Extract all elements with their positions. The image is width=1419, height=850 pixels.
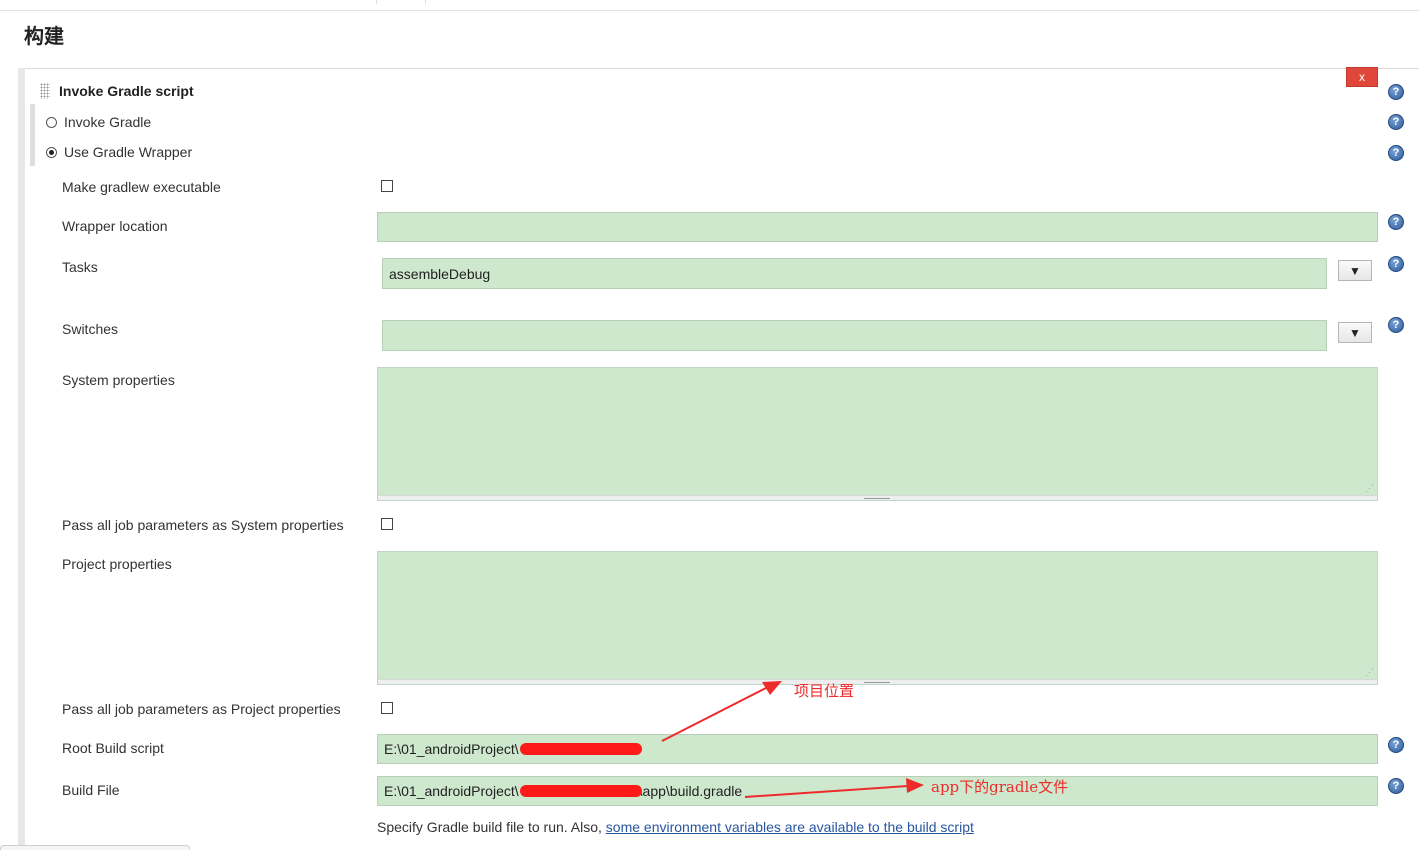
bottom-tab[interactable] xyxy=(0,845,190,850)
annotation-app-gradle: app下的gradle文件 xyxy=(931,778,1069,796)
annotation-arrows xyxy=(661,681,924,798)
project-location-arrow xyxy=(661,686,769,742)
app-gradle-arrowhead xyxy=(906,778,924,793)
annotation-project-location: 项目位置 xyxy=(794,682,855,700)
app-gradle-arrow xyxy=(744,785,909,798)
